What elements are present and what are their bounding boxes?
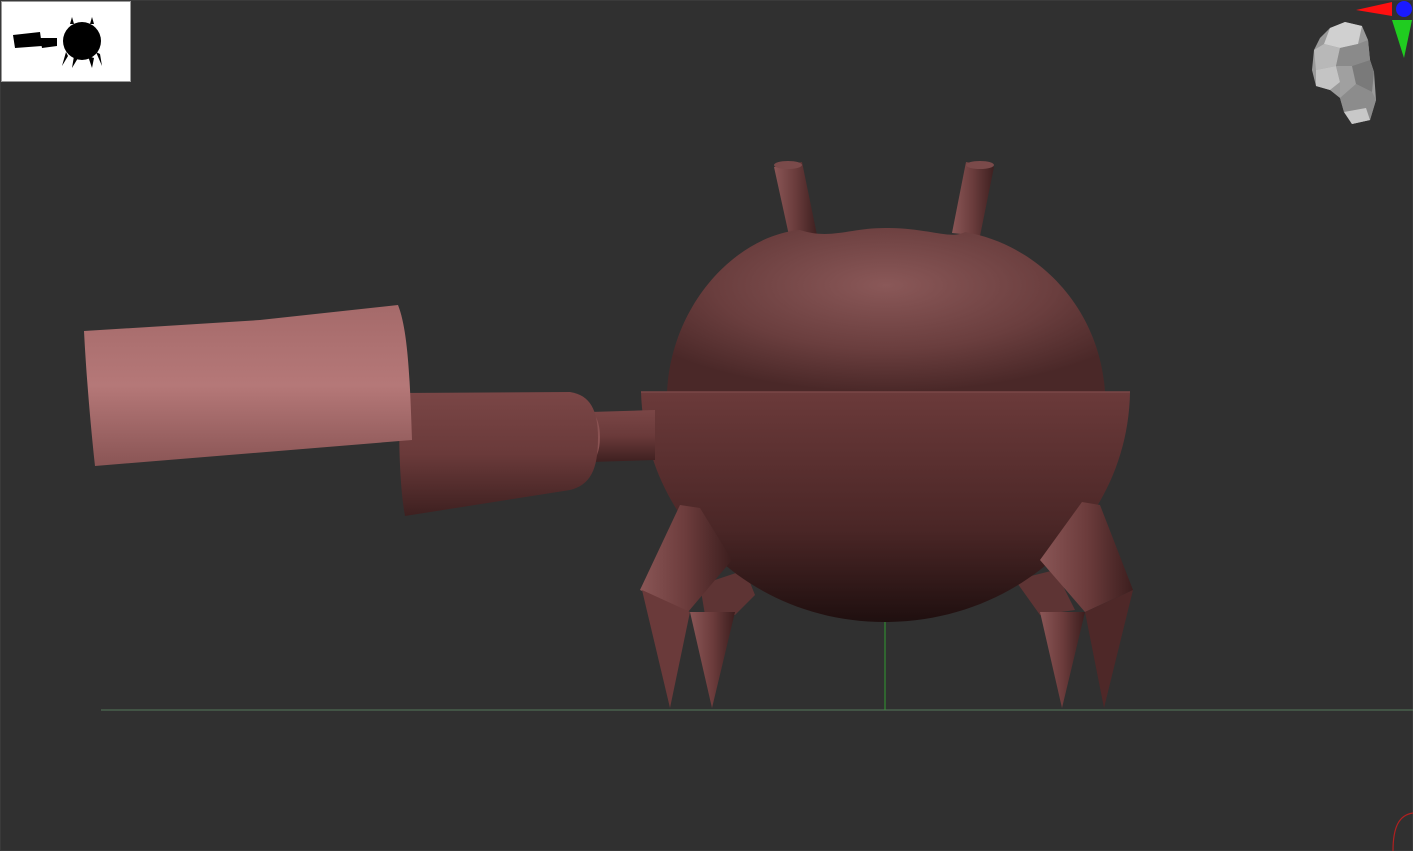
model-silhouette-icon — [13, 17, 102, 68]
rotation-gizmo-icon[interactable] — [1385, 805, 1413, 851]
head-navigator-icon[interactable] — [1300, 0, 1413, 130]
arm-large-segment — [84, 305, 412, 466]
scene-3d-model[interactable] — [0, 0, 1413, 851]
viewport-canvas[interactable] — [0, 0, 1413, 851]
body-sphere-top — [667, 228, 1105, 392]
model-thumbnail[interactable] — [1, 1, 131, 82]
arm-mid-segment — [399, 392, 598, 516]
